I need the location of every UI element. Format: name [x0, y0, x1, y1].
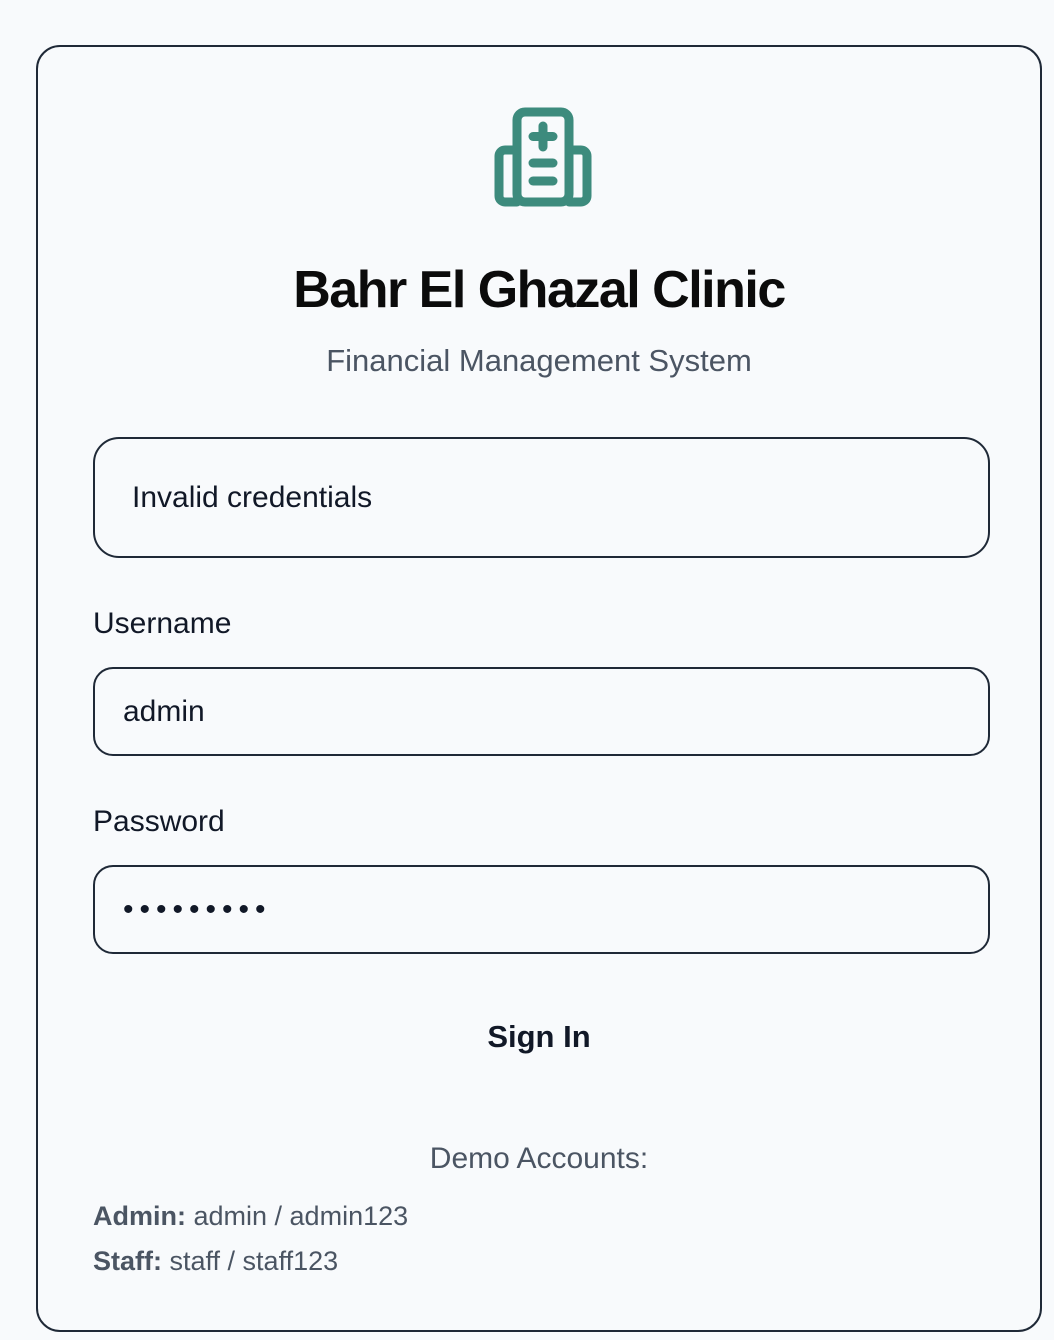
username-input[interactable]: [93, 667, 990, 756]
demo-account-credentials: admin / admin123: [193, 1201, 409, 1231]
sign-in-button[interactable]: Sign In: [38, 997, 1040, 1077]
demo-account-credentials: staff / staff123: [169, 1246, 339, 1276]
demo-account-role: Admin:: [93, 1201, 186, 1231]
app-subtitle: Financial Management System: [326, 343, 752, 378]
demo-account-admin: Admin: admin / admin123: [93, 1199, 408, 1233]
hospital-icon: [492, 105, 596, 209]
password-label: Password: [93, 805, 225, 838]
username-label: Username: [93, 607, 232, 640]
demo-account-role: Staff:: [93, 1246, 162, 1276]
login-card: Bahr El Ghazal Clinic Financial Manageme…: [36, 45, 1042, 1332]
demo-account-staff: Staff: staff / staff123: [93, 1244, 338, 1278]
error-alert: Invalid credentials: [93, 437, 990, 558]
demo-accounts-title: Demo Accounts:: [429, 1142, 649, 1175]
error-message: Invalid credentials: [132, 480, 373, 514]
clinic-title: Bahr El Ghazal Clinic: [293, 261, 786, 319]
password-input[interactable]: [93, 865, 990, 954]
